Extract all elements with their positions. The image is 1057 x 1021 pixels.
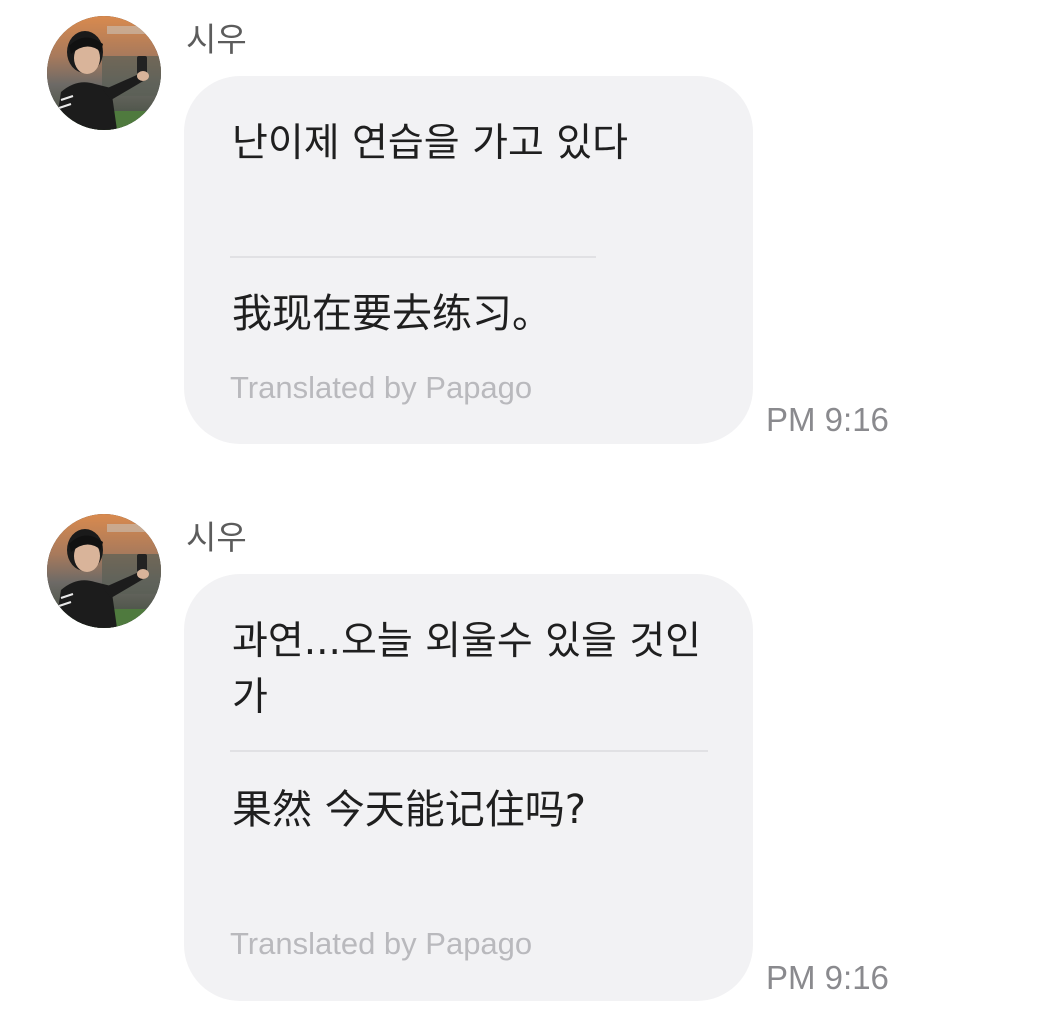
- sender-avatar[interactable]: [47, 514, 161, 628]
- chat-message[interactable]: 시우 과연...오늘 외울수 있을 것인가 果然 今天能记住吗? Transla…: [0, 498, 1057, 1021]
- avatar-photo-icon: [47, 514, 161, 628]
- translated-message-text: 果然 今天能记住吗?: [232, 787, 586, 833]
- original-message-text: 과연...오늘 외울수 있을 것인가: [232, 619, 702, 720]
- translation-provider-label: Translated by Papago: [230, 926, 533, 961]
- chat-message[interactable]: 시우 난이제 연습을 가고 있다 我现在要去练习。 Translated by …: [0, 0, 1057, 500]
- translation-provider-label: Translated by Papago: [230, 370, 533, 405]
- message-timestamp: PM 9:16: [766, 959, 889, 996]
- message-timestamp: PM 9:16: [766, 401, 889, 438]
- translated-message-text: 我现在要去练习。: [232, 291, 552, 337]
- original-message-text: 난이제 연습을 가고 있다: [232, 121, 628, 166]
- translation-divider: [230, 256, 596, 258]
- sender-name: 시우: [186, 20, 247, 59]
- sender-name: 시우: [186, 518, 247, 557]
- message-bubble[interactable]: 과연...오늘 외울수 있을 것인가 果然 今天能记住吗? Translated…: [184, 574, 753, 1001]
- translation-divider: [230, 750, 708, 752]
- sender-avatar[interactable]: [47, 16, 161, 130]
- avatar-photo-icon: [47, 16, 161, 130]
- message-bubble[interactable]: 난이제 연습을 가고 있다 我现在要去练习。 Translated by Pap…: [184, 76, 753, 444]
